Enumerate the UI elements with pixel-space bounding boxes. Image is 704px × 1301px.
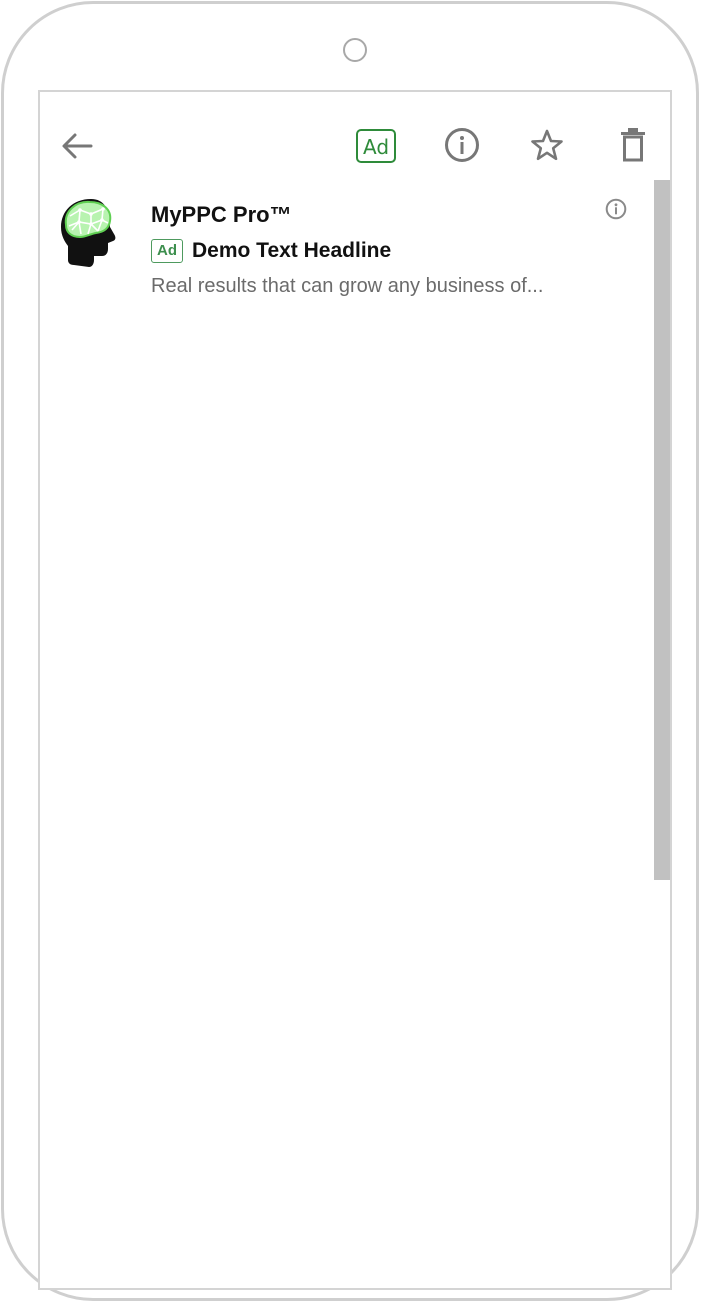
- camera-circle: [343, 38, 367, 62]
- ad-toggle-button[interactable]: Ad: [356, 129, 396, 163]
- star-icon[interactable]: [530, 128, 564, 162]
- scrollbar-thumb[interactable]: [654, 180, 670, 880]
- advertiser-name[interactable]: MyPPC Pro™: [151, 202, 292, 228]
- advertiser-logo: [58, 196, 124, 270]
- phone-frame: Ad MyPPC Pro™ Ad Demo Text Headline Real…: [1, 1, 699, 1301]
- back-arrow-icon[interactable]: [60, 130, 94, 162]
- info-icon[interactable]: [444, 127, 480, 163]
- ad-description[interactable]: Real results that can grow any business …: [151, 275, 601, 298]
- ad-info-icon[interactable]: [605, 198, 627, 220]
- mail-screen: Ad MyPPC Pro™ Ad Demo Text Headline Real…: [38, 90, 672, 1290]
- ad-badge: Ad: [151, 239, 183, 263]
- trash-icon[interactable]: [619, 127, 647, 163]
- ad-headline[interactable]: Demo Text Headline: [192, 239, 391, 263]
- headline-row[interactable]: Ad Demo Text Headline: [151, 238, 391, 264]
